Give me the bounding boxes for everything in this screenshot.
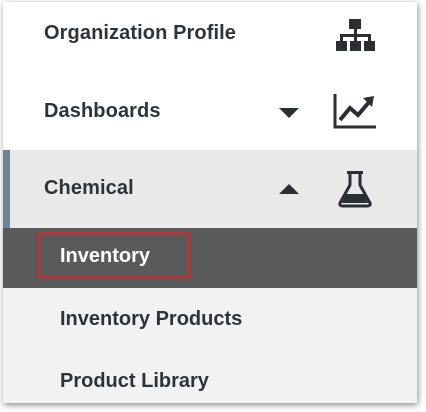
nav-item-label: Organization Profile [44,22,237,44]
nav-item-label: Dashboards [44,100,161,122]
chevron-down-icon[interactable] [279,108,299,118]
sub-item-product-library[interactable]: Product Library [3,348,417,403]
org-chart-icon [331,16,379,56]
sub-item-inventory-products[interactable]: Inventory Products [3,288,417,348]
chevron-up-icon[interactable] [279,184,299,194]
sub-item-inventory[interactable]: Inventory [3,228,417,288]
nav-item-organization-profile[interactable]: Organization Profile [3,2,417,76]
flask-icon [331,169,379,209]
sub-item-label: Product Library [60,370,209,392]
active-indicator-bar [3,150,10,228]
sub-item-label: Inventory Products [60,308,243,330]
nav-item-chemical[interactable]: Chemical [3,150,417,228]
nav-item-dashboards[interactable]: Dashboards [3,76,417,150]
highlight-annotation [38,232,189,278]
line-chart-icon [331,91,379,131]
nav-item-label: Chemical [44,177,134,199]
sidebar-nav: Organization Profile Dashboards Chemical… [3,2,417,403]
